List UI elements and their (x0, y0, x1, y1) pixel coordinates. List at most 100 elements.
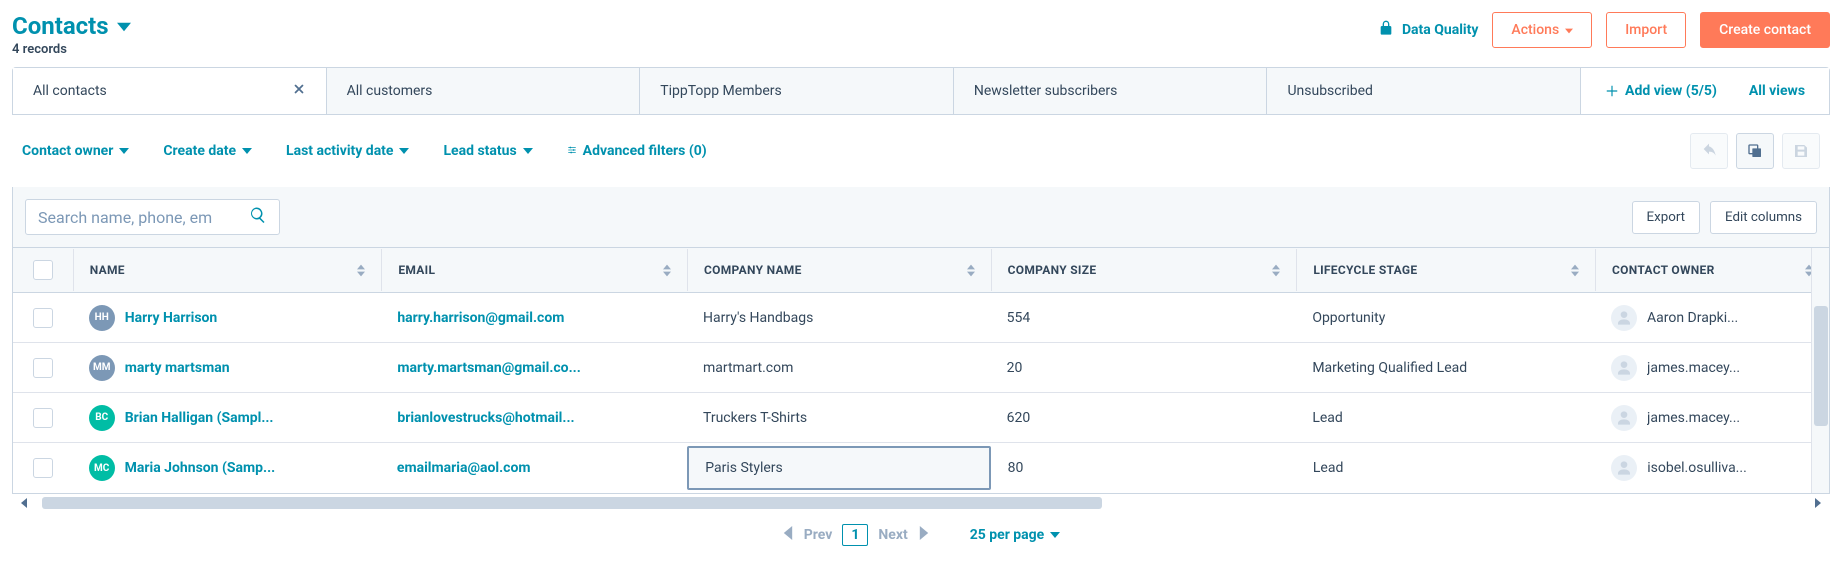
cell-company-editing[interactable]: Paris Stylers (687, 446, 990, 490)
cell-stage[interactable]: Lead (1296, 410, 1595, 426)
sliders-icon (567, 143, 577, 159)
cell-size[interactable]: 20 (991, 360, 1297, 376)
owner-name: isobel.osulliva... (1647, 460, 1747, 476)
person-icon (1611, 355, 1637, 381)
cell-owner[interactable]: james.macey... (1595, 405, 1829, 431)
search-box[interactable] (25, 199, 280, 235)
page-title[interactable]: Contacts (12, 12, 131, 40)
cell-email[interactable]: harry.harrison@gmail.com (381, 310, 687, 326)
column-header-email[interactable]: EMAIL (381, 249, 687, 291)
search-input[interactable] (38, 208, 241, 227)
filter-label: Lead status (443, 143, 516, 159)
next-arrow-icon[interactable] (918, 526, 930, 544)
cell-stage[interactable]: Opportunity (1296, 310, 1595, 326)
prev-label[interactable]: Prev (804, 527, 833, 543)
filter-label: Contact owner (22, 143, 113, 159)
filter-create-date[interactable]: Create date (163, 143, 252, 159)
cell-owner[interactable]: Aaron Drapki... (1595, 305, 1829, 331)
cell-email[interactable]: emailmaria@aol.com (381, 460, 686, 476)
contact-name-link[interactable]: Brian Halligan (Sampl... (125, 410, 274, 426)
column-header-name[interactable]: NAME (73, 249, 382, 291)
import-label: Import (1625, 22, 1667, 38)
horizontal-scrollbar[interactable] (12, 494, 1830, 512)
page-number[interactable]: 1 (842, 524, 868, 546)
row-checkbox[interactable] (33, 408, 53, 428)
tab-label: TippTopp Members (660, 83, 782, 99)
view-tab[interactable]: Newsletter subscribers (954, 68, 1268, 114)
row-checkbox[interactable] (33, 358, 53, 378)
close-icon[interactable] (292, 82, 306, 100)
cell-size[interactable]: 80 (992, 460, 1297, 476)
column-header-stage[interactable]: LIFECYCLE STAGE (1296, 249, 1595, 291)
filter-last-activity[interactable]: Last activity date (286, 143, 409, 159)
next-label[interactable]: Next (878, 527, 907, 543)
cell-name[interactable]: MCMaria Johnson (Samp... (73, 455, 381, 481)
cell-name[interactable]: BC Brian Halligan (Sampl... (73, 405, 382, 431)
select-all-checkbox[interactable] (33, 260, 53, 280)
table-header: NAME EMAIL COMPANY NAME COMPANY SIZE LIF… (13, 248, 1829, 293)
column-header-company[interactable]: COMPANY NAME (687, 249, 991, 291)
email-link[interactable]: emailmaria@aol.com (397, 460, 531, 476)
contact-name-link[interactable]: Maria Johnson (Samp... (125, 460, 276, 476)
column-header-size[interactable]: COMPANY SIZE (991, 249, 1297, 291)
scroll-thumb[interactable] (1814, 306, 1828, 426)
actions-dropdown[interactable]: Actions (1492, 12, 1592, 48)
export-button[interactable]: Export (1632, 201, 1700, 234)
cell-stage[interactable]: Marketing Qualified Lead (1296, 360, 1595, 376)
table-row: MCMaria Johnson (Samp... emailmaria@aol.c… (13, 443, 1829, 493)
cell-company[interactable]: Harry's Handbags (687, 310, 991, 326)
view-tab[interactable]: All contacts (13, 68, 327, 114)
column-label: NAME (90, 263, 125, 277)
scroll-right-arrow[interactable] (1812, 497, 1824, 509)
sort-icon (1571, 264, 1579, 277)
row-checkbox[interactable] (33, 458, 53, 478)
cell-size[interactable]: 554 (991, 310, 1297, 326)
filter-contact-owner[interactable]: Contact owner (22, 143, 129, 159)
filter-lead-status[interactable]: Lead status (443, 143, 532, 159)
view-tab[interactable]: All customers (327, 68, 641, 114)
cell-name[interactable]: HH Harry Harrison (73, 305, 382, 331)
email-link[interactable]: marty.martsman@gmail.co... (397, 360, 580, 376)
tab-label: All contacts (33, 83, 107, 99)
all-views-link[interactable]: All views (1749, 83, 1805, 99)
data-quality-link[interactable]: Data Quality (1378, 20, 1478, 40)
column-label: COMPANY SIZE (1008, 263, 1097, 277)
cell-email[interactable]: brianlovestrucks@hotmail... (381, 410, 687, 426)
cell-owner[interactable]: isobel.osulliva... (1595, 455, 1829, 481)
create-contact-button[interactable]: Create contact (1700, 12, 1830, 48)
add-view-link[interactable]: Add view (5/5) (1605, 83, 1717, 99)
column-label: EMAIL (398, 263, 435, 277)
vertical-scrollbar[interactable] (1811, 248, 1829, 493)
cell-owner[interactable]: james.macey... (1595, 355, 1829, 381)
cell-email[interactable]: marty.martsman@gmail.co... (381, 360, 687, 376)
cell-company[interactable]: martmart.com (687, 360, 991, 376)
email-link[interactable]: harry.harrison@gmail.com (397, 310, 564, 326)
view-tab[interactable]: Unsubscribed (1267, 68, 1581, 114)
scroll-left-arrow[interactable] (18, 497, 30, 509)
column-header-owner[interactable]: CONTACT OWNER (1595, 249, 1829, 291)
cell-company[interactable]: Truckers T-Shirts (687, 410, 991, 426)
per-page-dropdown[interactable]: 25 per page (970, 527, 1061, 543)
sort-icon (1272, 264, 1280, 277)
prev-arrow-icon[interactable] (782, 526, 794, 544)
cell-name[interactable]: MMmarty martsman (73, 355, 382, 381)
cell-stage[interactable]: Lead (1297, 460, 1595, 476)
edit-columns-button[interactable]: Edit columns (1710, 201, 1817, 234)
owner-name: james.macey... (1647, 360, 1740, 376)
avatar: BC (89, 405, 115, 431)
contact-name-link[interactable]: marty martsman (125, 360, 230, 376)
table-row: MMmarty martsman marty.martsman@gmail.co.… (13, 343, 1829, 393)
row-checkbox[interactable] (33, 308, 53, 328)
contact-name-link[interactable]: Harry Harrison (125, 310, 218, 326)
scroll-thumb[interactable] (42, 497, 1102, 509)
per-page-label: 25 per page (970, 527, 1045, 543)
import-button[interactable]: Import (1606, 12, 1686, 48)
advanced-filters-link[interactable]: Advanced filters (0) (567, 143, 707, 159)
cell-size[interactable]: 620 (991, 410, 1297, 426)
advanced-filters-label: Advanced filters (0) (583, 143, 707, 159)
avatar: HH (89, 305, 115, 331)
owner-name: Aaron Drapki... (1647, 310, 1738, 326)
email-link[interactable]: brianlovestrucks@hotmail... (397, 410, 574, 426)
view-tab[interactable]: TippTopp Members (640, 68, 954, 114)
duplicate-button[interactable] (1736, 133, 1774, 169)
